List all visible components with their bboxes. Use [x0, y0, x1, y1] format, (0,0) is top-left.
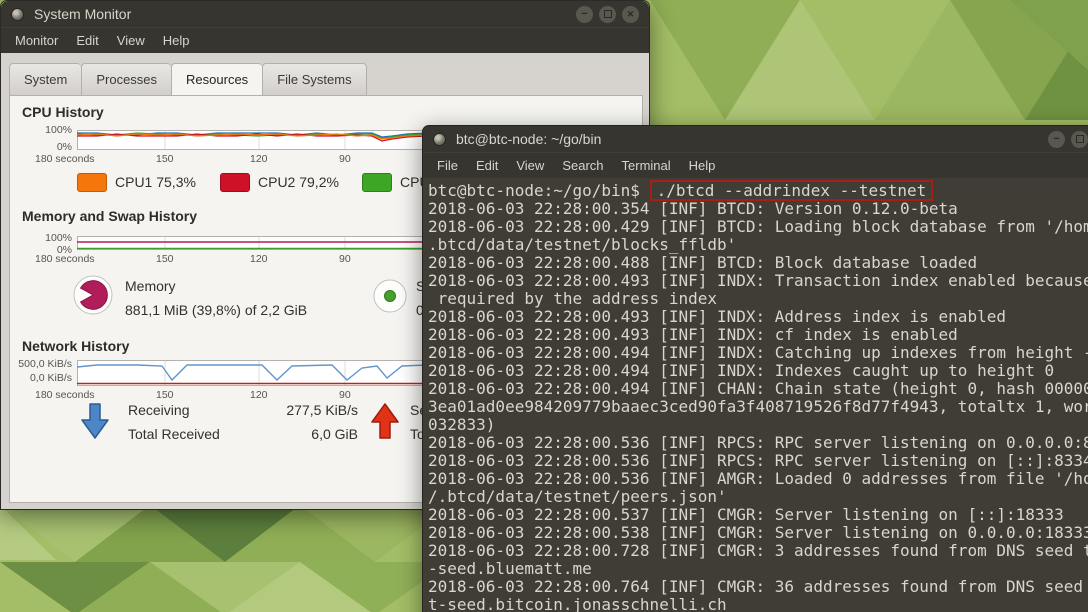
- terminal-log-line: 2018-06-03 22:28:00.538 [INF] CMGR: Serv…: [428, 523, 1088, 542]
- tab-system[interactable]: System: [9, 63, 82, 96]
- memory-pie-icon: [73, 275, 113, 315]
- tab-processes[interactable]: Processes: [81, 63, 172, 96]
- close-icon[interactable]: [622, 5, 639, 23]
- terminal-log-line: 2018-06-03 22:28:00.536 [INF] AMGR: Load…: [428, 469, 1088, 488]
- mem-xtick-180: 180 seconds: [35, 253, 95, 265]
- terminal-log-line: 3ea01ad0ee984209779baaec3ced90fa3f408719…: [428, 397, 1088, 416]
- terminal-log-line: .btcd/data/testnet/blocks_ffldb': [428, 235, 737, 254]
- cpu1-legend-label: CPU1 75,3%: [115, 174, 196, 190]
- menu-edit[interactable]: Edit: [68, 30, 106, 51]
- menu-help[interactable]: Help: [155, 30, 198, 51]
- cpu-history-heading: CPU History: [22, 104, 104, 120]
- minimize-icon[interactable]: [576, 5, 593, 23]
- network-history-heading: Network History: [22, 338, 130, 354]
- terminal-menu-search[interactable]: Search: [554, 155, 611, 176]
- terminal-app-icon: [433, 132, 446, 146]
- terminal-log-line: required by the address index: [428, 289, 717, 308]
- mem-xtick-120: 120: [250, 253, 268, 265]
- mem-xtick-150: 150: [156, 253, 174, 265]
- terminal-log-line: 032833): [428, 415, 496, 434]
- net-xtick-90: 90: [339, 389, 351, 401]
- terminal-menu-help[interactable]: Help: [681, 155, 724, 176]
- terminal-log-line: 2018-06-03 22:28:00.488 [INF] BTCD: Bloc…: [428, 253, 978, 272]
- memory-ymax-label: 100%: [45, 232, 72, 244]
- cpu1-swatch: [77, 173, 107, 192]
- terminal-log-line: t-seed.bitcoin.jonasschnelli.ch: [428, 595, 727, 612]
- terminal-log-line: 2018-06-03 22:28:00.536 [INF] RPCS: RPC …: [428, 433, 1088, 452]
- receiving-arrow-icon: [81, 403, 109, 439]
- tab-bar: System Processes Resources File Systems: [9, 63, 367, 96]
- terminal-log-line: 2018-06-03 22:28:00.494 [INF] CHAN: Chai…: [428, 379, 1088, 398]
- terminal-log-line: 2018-06-03 22:28:00.429 [INF] BTCD: Load…: [428, 217, 1088, 236]
- network-ymax-label: 500,0 KiB/s: [18, 358, 72, 370]
- swap-dot-icon: [373, 279, 407, 313]
- terminal-log-line: -seed.bluematt.me: [428, 559, 592, 578]
- terminal-menu-terminal[interactable]: Terminal: [614, 155, 679, 176]
- cpu-ymax-label: 100%: [45, 124, 72, 136]
- terminal-command: ./btcd --addrindex --testnet: [656, 181, 927, 200]
- system-monitor-title: System Monitor: [34, 6, 132, 22]
- cpu-xtick-120: 120: [250, 153, 268, 165]
- terminal-log-line: 2018-06-03 22:28:00.494 [INF] INDX: Inde…: [428, 361, 1055, 380]
- terminal-log-line: 2018-06-03 22:28:00.493 [INF] INDX: cf i…: [428, 325, 958, 344]
- terminal-log-line: 2018-06-03 22:28:00.536 [INF] RPCS: RPC …: [428, 451, 1088, 470]
- sending-arrow-icon: [371, 403, 399, 439]
- receiving-rate: 277,5 KiB/s: [286, 402, 358, 418]
- terminal-log-lines: 2018-06-03 22:28:00.354 [INF] BTCD: Vers…: [428, 200, 1088, 612]
- total-received-label: Total Received: [128, 426, 220, 442]
- tab-file-systems[interactable]: File Systems: [262, 63, 367, 96]
- terminal-log-line: /.btcd/data/testnet/peers.json': [428, 487, 727, 506]
- memory-label: Memory: [125, 278, 176, 294]
- maximize-icon[interactable]: [599, 5, 616, 23]
- cpu-ymin-label: 0%: [56, 141, 72, 153]
- terminal-prompt: btc@btc-node:~/go/bin$: [428, 181, 650, 200]
- cpu2-legend-label: CPU2 79,2%: [258, 174, 339, 190]
- net-xtick-120: 120: [250, 389, 268, 401]
- receiving-label: Receiving: [128, 402, 190, 418]
- system-monitor-app-icon: [11, 7, 24, 21]
- system-monitor-titlebar[interactable]: System Monitor: [1, 1, 649, 27]
- cpu3-swatch: [362, 173, 392, 192]
- terminal-log-line: 2018-06-03 22:28:00.494 [INF] INDX: Catc…: [428, 343, 1088, 362]
- cpu-xtick-150: 150: [156, 153, 174, 165]
- terminal-prompt-line: btc@btc-node:~/go/bin$ ./btcd --addrinde…: [428, 180, 1088, 201]
- terminal-log-line: 2018-06-03 22:28:00.764 [INF] CMGR: 36 a…: [428, 577, 1088, 596]
- system-monitor-menubar: Monitor Edit View Help: [1, 27, 649, 53]
- terminal-title: btc@btc-node: ~/go/bin: [456, 131, 602, 147]
- terminal-log-line: 2018-06-03 22:28:00.493 [INF] INDX: Addr…: [428, 307, 1006, 326]
- terminal-log-line: 2018-06-03 22:28:00.354 [INF] BTCD: Vers…: [428, 199, 958, 218]
- terminal-log-line: 2018-06-03 22:28:00.537 [INF] CMGR: Serv…: [428, 505, 1064, 524]
- memory-value: 881,1 MiB (39,8%) of 2,2 GiB: [125, 302, 308, 318]
- memory-swap-heading: Memory and Swap History: [22, 208, 198, 224]
- terminal-window: btc@btc-node: ~/go/bin File Edit View Se…: [422, 125, 1088, 612]
- terminal-menu-view[interactable]: View: [508, 155, 552, 176]
- command-annotation-box: ./btcd --addrindex --testnet: [649, 180, 934, 201]
- terminal-screen[interactable]: btc@btc-node:~/go/bin$ ./btcd --addrinde…: [423, 179, 1088, 612]
- menu-view[interactable]: View: [109, 30, 153, 51]
- terminal-maximize-icon[interactable]: [1071, 130, 1088, 148]
- net-xtick-150: 150: [156, 389, 174, 401]
- cpu2-swatch: [220, 173, 250, 192]
- tab-resources[interactable]: Resources: [171, 63, 263, 96]
- terminal-log-line: 2018-06-03 22:28:00.728 [INF] CMGR: 3 ad…: [428, 541, 1088, 560]
- terminal-menu-edit[interactable]: Edit: [468, 155, 506, 176]
- terminal-log-line: 2018-06-03 22:28:00.493 [INF] INDX: Tran…: [428, 271, 1088, 290]
- mem-xtick-90: 90: [339, 253, 351, 265]
- cpu-xtick-90: 90: [339, 153, 351, 165]
- menu-monitor[interactable]: Monitor: [7, 30, 66, 51]
- total-received-value: 6,0 GiB: [311, 426, 358, 442]
- terminal-titlebar[interactable]: btc@btc-node: ~/go/bin: [423, 126, 1088, 152]
- terminal-menubar: File Edit View Search Terminal Help: [423, 152, 1088, 178]
- terminal-minimize-icon[interactable]: [1048, 130, 1065, 148]
- terminal-menu-file[interactable]: File: [429, 155, 466, 176]
- network-ymin-label: 0,0 KiB/s: [29, 372, 72, 384]
- cpu-xtick-180: 180 seconds: [35, 153, 95, 165]
